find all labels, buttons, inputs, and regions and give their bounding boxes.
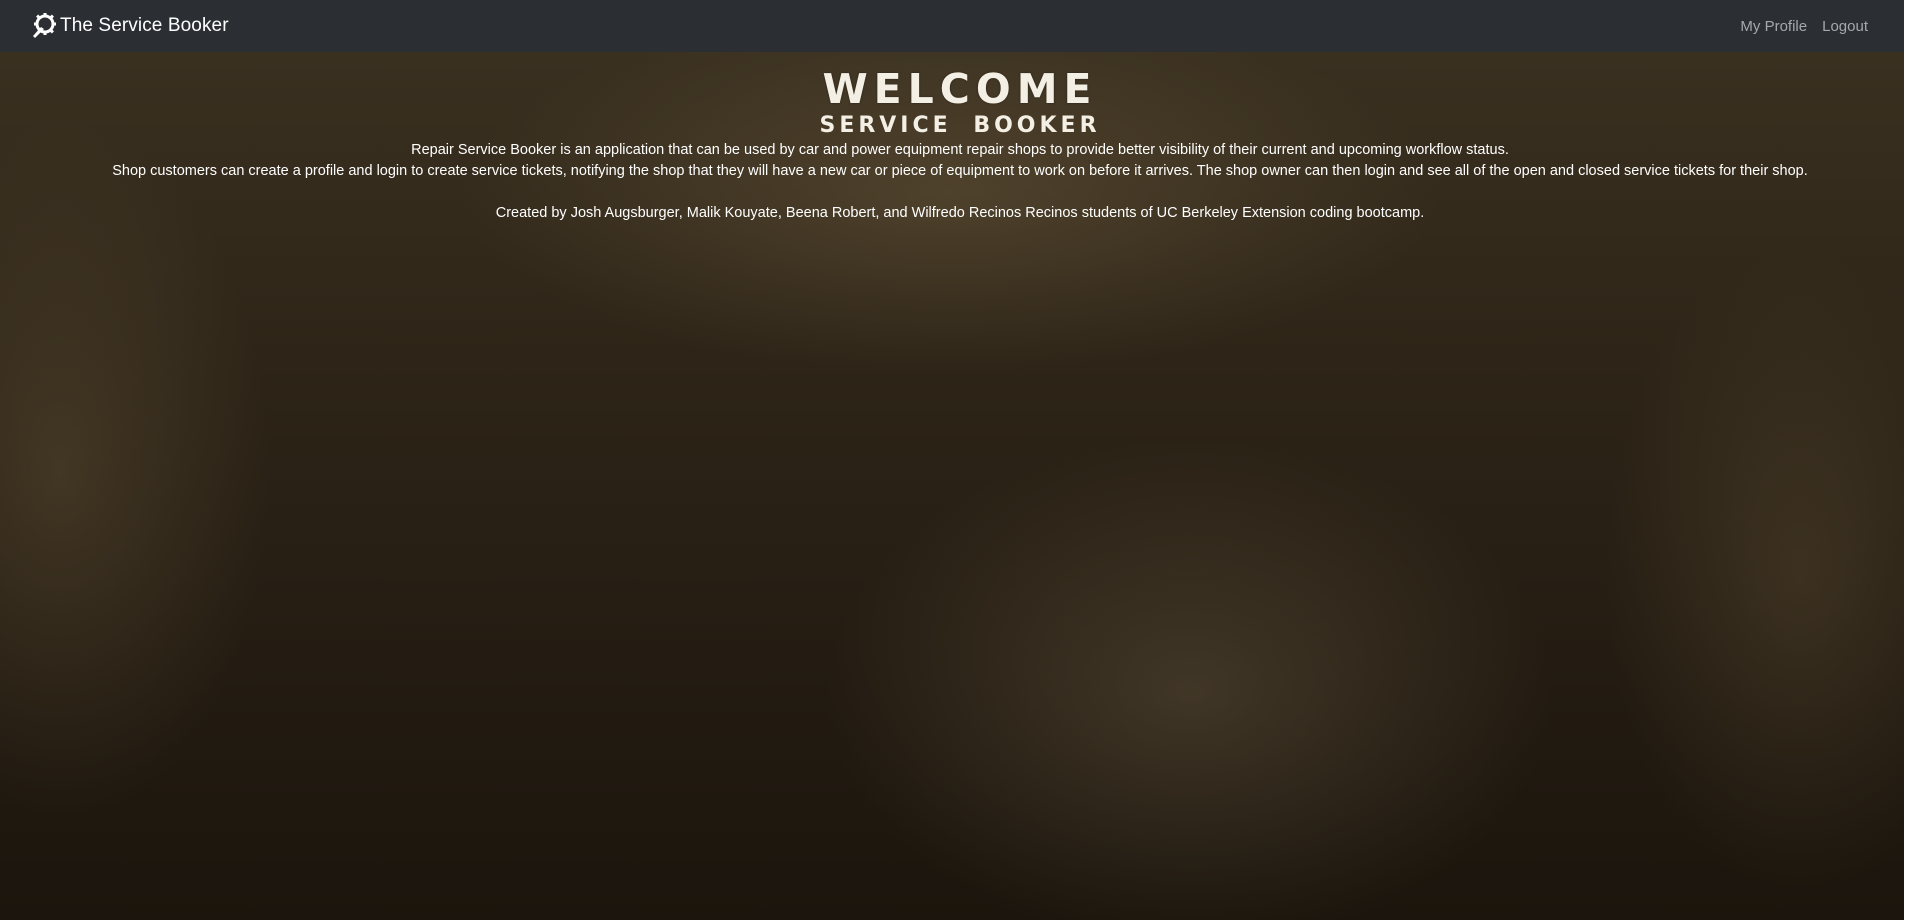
service-booker-subtitle: SERVICE BOOKER bbox=[819, 113, 1101, 138]
brand-link[interactable]: The Service Booker bbox=[30, 12, 229, 40]
my-profile-link[interactable]: My Profile bbox=[1740, 18, 1807, 35]
navbar: The Service Booker My Profile Logout bbox=[0, 0, 1904, 52]
welcome-title: WELCOME bbox=[822, 65, 1098, 113]
wrench-gear-icon bbox=[30, 12, 58, 40]
brand-label: The Service Booker bbox=[60, 15, 229, 36]
hero-section: WELCOME SERVICE BOOKER Repair Service Bo… bbox=[0, 52, 1920, 224]
description-line-2: Shop customers can create a profile and … bbox=[112, 163, 1808, 179]
credits-text: Created by Josh Augsburger, Malik Kouyat… bbox=[495, 205, 1425, 221]
logout-link[interactable]: Logout bbox=[1822, 18, 1868, 35]
description-line-1: Repair Service Booker is an application … bbox=[411, 142, 1509, 158]
nav-links: My Profile Logout bbox=[1740, 18, 1868, 35]
